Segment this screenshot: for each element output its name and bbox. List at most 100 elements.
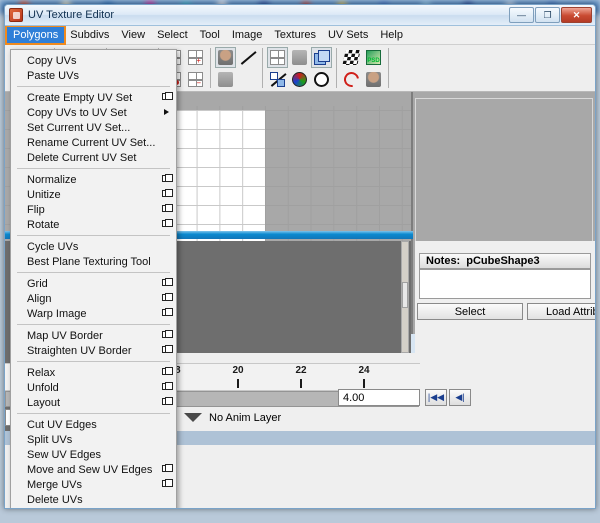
menu-item-label: Align: [27, 292, 52, 305]
two-squares-button[interactable]: [311, 46, 332, 68]
menu-uv-sets[interactable]: UV Sets: [322, 27, 374, 43]
menu-item-copy-uvs[interactable]: Copy UVs: [11, 53, 176, 68]
scrollbar-thumb[interactable]: [402, 282, 408, 308]
grid-plus-button[interactable]: +: [185, 46, 206, 68]
option-box-icon[interactable]: [162, 367, 173, 375]
menu-subdivs[interactable]: Subdivs: [64, 27, 115, 43]
menu-item-merge-uvs[interactable]: Merge UVs: [11, 477, 176, 492]
go-to-start-button[interactable]: |◀◀: [425, 389, 447, 406]
option-box-icon[interactable]: [162, 219, 173, 227]
blank-button[interactable]: [237, 68, 258, 90]
option-box-icon[interactable]: [162, 174, 173, 182]
menu-separator: [17, 272, 170, 273]
notes-textarea[interactable]: [419, 269, 591, 299]
menu-item-layout[interactable]: Layout: [11, 395, 176, 410]
square-slash-icon: [270, 71, 287, 87]
menu-item-delete-uvs[interactable]: Delete UVs: [11, 492, 176, 507]
menu-item-unitize[interactable]: Unitize: [11, 187, 176, 202]
menu-separator: [17, 324, 170, 325]
load-attribute-button[interactable]: Load Attribute: [527, 303, 595, 320]
menu-item-create-empty-uv-set[interactable]: Create Empty UV Set: [11, 90, 176, 105]
option-box-icon[interactable]: [162, 479, 173, 487]
menu-item-label: Normalize: [27, 173, 77, 186]
title-bar: UV Texture Editor — ❐ ✕: [5, 5, 595, 26]
menu-bar: Polygons Subdivs View Select Tool Image Textur…: [5, 25, 595, 45]
grid-gray-button[interactable]: [267, 46, 288, 68]
menu-item-rename-current-uv-set[interactable]: Rename Current UV Set...: [11, 135, 176, 150]
menu-item-straighten-uv-border[interactable]: Straighten UV Border: [11, 343, 176, 358]
psd-icon: PSD: [366, 49, 381, 65]
square-slash-button[interactable]: [267, 68, 288, 90]
red-swirl-icon: [341, 68, 362, 90]
checker-slash-button[interactable]: [341, 46, 362, 68]
maximize-button[interactable]: ❐: [535, 7, 560, 23]
toolbar-group: [237, 46, 258, 90]
menu-image[interactable]: Image: [226, 27, 269, 43]
menu-item-rotate[interactable]: Rotate: [11, 217, 176, 232]
menu-item-unfold[interactable]: Unfold: [11, 380, 176, 395]
option-box-icon[interactable]: [162, 345, 173, 353]
menu-item-split-uvs[interactable]: Split UVs: [11, 432, 176, 447]
menu-item-move-and-sew-uv-edges[interactable]: Move and Sew UV Edges: [11, 462, 176, 477]
menu-select[interactable]: Select: [151, 27, 194, 43]
head-stamp-button[interactable]: [289, 46, 310, 68]
color-ball-button[interactable]: [289, 68, 310, 90]
white-ball-button[interactable]: [311, 68, 332, 90]
menu-item-align[interactable]: Align: [11, 291, 176, 306]
toolbar-group: PSD: [363, 46, 384, 90]
menu-item-cycle-uvs[interactable]: Cycle UVs: [11, 239, 176, 254]
minimize-button[interactable]: —: [509, 7, 534, 23]
menu-item-paste-uvs[interactable]: Paste UVs: [11, 68, 176, 83]
anim-layer-dropdown-button[interactable]: [179, 409, 207, 426]
menu-item-sew-uv-edges[interactable]: Sew UV Edges: [11, 447, 176, 462]
menu-item-label: Straighten UV Border: [27, 344, 132, 357]
option-box-icon[interactable]: [162, 382, 173, 390]
menu-item-set-current-uv-set[interactable]: Set Current UV Set...: [11, 120, 176, 135]
select-button[interactable]: Select: [417, 303, 523, 320]
menu-polygons[interactable]: Polygons: [5, 25, 67, 45]
option-box-icon[interactable]: [162, 397, 173, 405]
menu-item-best-plane-texturing-tool[interactable]: Best Plane Texturing Tool: [11, 254, 176, 269]
option-box-icon[interactable]: [162, 204, 173, 212]
option-box-icon[interactable]: [162, 293, 173, 301]
menu-item-delete-current-uv-set[interactable]: Delete Current UV Set: [11, 150, 176, 165]
menu-textures[interactable]: Textures: [268, 27, 322, 43]
menu-item-copy-uvs-to-uv-set[interactable]: Copy UVs to UV Set: [11, 105, 176, 120]
menu-item-warp-image[interactable]: Warp Image: [11, 306, 176, 321]
option-box-icon[interactable]: [162, 308, 173, 316]
option-box-icon[interactable]: [162, 189, 173, 197]
menu-item-grid[interactable]: Grid: [11, 276, 176, 291]
menu-help[interactable]: Help: [374, 27, 409, 43]
current-frame-field[interactable]: 4.00: [338, 389, 420, 406]
toolbar-group: + –: [185, 46, 206, 90]
head-gray-button[interactable]: [215, 68, 236, 90]
menu-item-label: Unitize: [27, 188, 61, 201]
menu-view[interactable]: View: [115, 27, 151, 43]
close-button[interactable]: ✕: [561, 7, 592, 23]
menu-item-label: Delete UVs: [27, 493, 83, 506]
toolbar-group: [215, 46, 236, 90]
grid-minus-button[interactable]: –: [185, 68, 206, 90]
menu-item-normalize[interactable]: Normalize: [11, 172, 176, 187]
option-box-icon[interactable]: [162, 464, 173, 472]
menu-item-map-uv-border[interactable]: Map UV Border: [11, 328, 176, 343]
diagonal-dots-button[interactable]: [237, 46, 258, 68]
head-front-button[interactable]: [215, 46, 236, 68]
menu-separator: [17, 361, 170, 362]
step-back-button[interactable]: ◀|: [449, 389, 471, 406]
option-box-icon[interactable]: [162, 330, 173, 338]
red-swirl-button[interactable]: [341, 68, 362, 90]
option-box-icon[interactable]: [162, 278, 173, 286]
timeline-tick: [363, 379, 365, 388]
menu-item-label: Rotate: [27, 218, 60, 231]
option-box-icon[interactable]: [162, 92, 173, 100]
polygons-dropdown-menu[interactable]: Copy UVs Paste UVs Create Empty UV Set Copy…: [10, 49, 177, 508]
head-small-button[interactable]: [363, 68, 384, 90]
head-stamp-icon: [292, 49, 307, 65]
menu-item-flip[interactable]: Flip: [11, 202, 176, 217]
vertical-scrollbar[interactable]: [401, 241, 409, 353]
menu-tool[interactable]: Tool: [194, 27, 226, 43]
psd-button[interactable]: PSD: [363, 46, 384, 68]
menu-item-cut-uv-edges[interactable]: Cut UV Edges: [11, 417, 176, 432]
menu-item-relax[interactable]: Relax: [11, 365, 176, 380]
